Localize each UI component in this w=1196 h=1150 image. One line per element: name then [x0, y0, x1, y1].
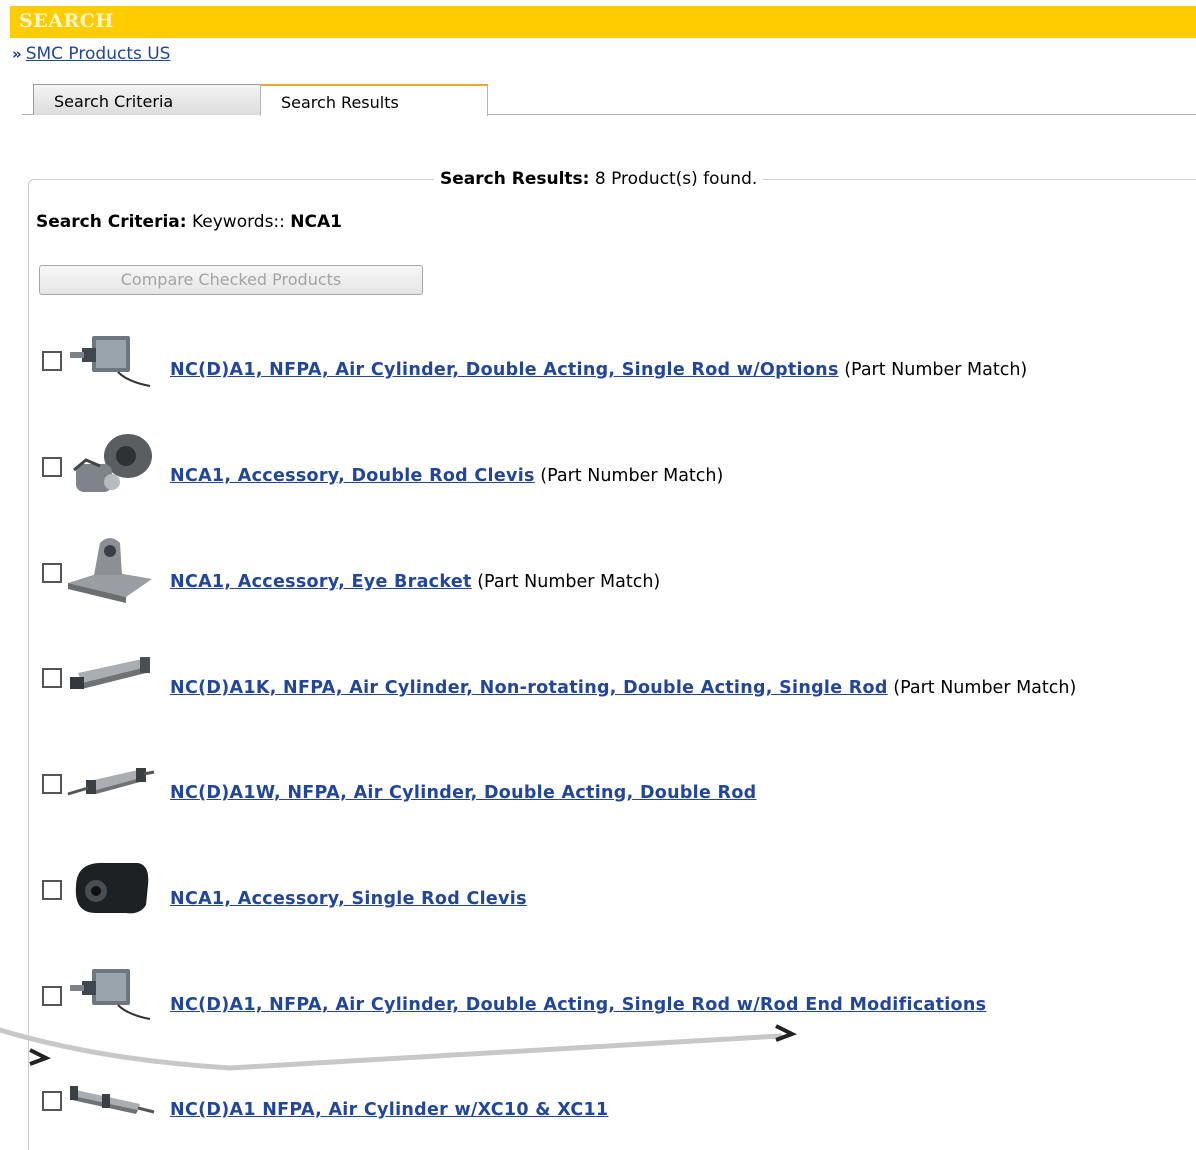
criteria-value: NCA1	[290, 212, 342, 232]
criteria-text: Keywords::	[186, 212, 291, 232]
breadcrumb-arrow-icon: »	[12, 45, 22, 63]
product-checkbox[interactable]	[42, 1091, 62, 1111]
product-checkbox[interactable]	[42, 774, 62, 794]
product-text: NC(D)A1W, NFPA, Air Cylinder, Double Act…	[170, 783, 756, 803]
product-row: NCA1, Accessory, Eye Bracket (Part Numbe…	[0, 535, 1196, 615]
product-checkbox[interactable]	[42, 880, 62, 900]
results-legend: Search Results: 8 Product(s) found.	[434, 169, 764, 189]
product-link[interactable]: NC(D)A1, NFPA, Air Cylinder, Double Acti…	[170, 360, 839, 380]
product-link[interactable]: NC(D)A1 NFPA, Air Cylinder w/XC10 & XC11	[170, 1100, 608, 1120]
product-text: NC(D)A1K, NFPA, Air Cylinder, Non-rotati…	[170, 678, 1076, 698]
double-rod-clevis-icon[interactable]	[66, 430, 156, 510]
tab-search-criteria[interactable]: Search Criteria	[33, 84, 261, 115]
product-match-note: (Part Number Match)	[471, 572, 661, 592]
product-link[interactable]: NC(D)A1K, NFPA, Air Cylinder, Non-rotati…	[170, 678, 888, 698]
product-link[interactable]: NC(D)A1W, NFPA, Air Cylinder, Double Act…	[170, 783, 756, 803]
product-checkbox[interactable]	[42, 457, 62, 477]
results-legend-label: Search Results:	[440, 169, 590, 189]
single-rod-clevis-icon[interactable]	[66, 855, 156, 935]
product-row: NC(D)A1 NFPA, Air Cylinder w/XC10 & XC11	[0, 1070, 1196, 1150]
product-text: NCA1, Accessory, Double Rod Clevis (Part…	[170, 466, 723, 486]
eye-bracket-icon[interactable]	[66, 535, 156, 615]
double-rod-cylinder-icon[interactable]	[66, 750, 156, 830]
air-cylinder-icon[interactable]	[66, 330, 156, 410]
cylinder-long-icon[interactable]	[66, 645, 156, 725]
compare-checked-products-button[interactable]: Compare Checked Products	[39, 265, 423, 295]
product-row: NC(D)A1, NFPA, Air Cylinder, Double Acti…	[0, 330, 1196, 410]
search-header-bar: SEARCH	[10, 6, 1196, 38]
breadcrumb-link-smc-products[interactable]: SMC Products US	[26, 44, 171, 64]
tandem-cylinder-icon[interactable]	[66, 1070, 156, 1150]
tab-search-results[interactable]: Search Results	[260, 84, 488, 116]
product-row: NC(D)A1W, NFPA, Air Cylinder, Double Act…	[0, 750, 1196, 830]
product-match-note: (Part Number Match)	[887, 678, 1077, 698]
search-criteria-summary: Search Criteria: Keywords:: NCA1	[36, 212, 342, 232]
product-match-note: (Part Number Match)	[534, 466, 724, 486]
product-link[interactable]: NCA1, Accessory, Single Rod Clevis	[170, 889, 527, 909]
chevron-right-icon	[775, 1024, 797, 1042]
chevron-right-icon	[29, 1048, 51, 1066]
product-text: NC(D)A1, NFPA, Air Cylinder, Double Acti…	[170, 360, 1027, 380]
product-checkbox[interactable]	[42, 351, 62, 371]
product-row: NC(D)A1K, NFPA, Air Cylinder, Non-rotati…	[0, 645, 1196, 725]
product-checkbox[interactable]	[42, 563, 62, 583]
breadcrumb: » SMC Products US	[12, 44, 170, 64]
search-header-title: SEARCH	[19, 10, 114, 32]
product-link[interactable]: NCA1, Accessory, Eye Bracket	[170, 572, 472, 592]
product-match-note: (Part Number Match)	[838, 360, 1028, 380]
annotation-arrow-graphic	[0, 1024, 797, 1071]
product-row: NCA1, Accessory, Double Rod Clevis (Part…	[0, 430, 1196, 510]
product-link[interactable]: NCA1, Accessory, Double Rod Clevis	[170, 466, 535, 486]
product-text: NCA1, Accessory, Eye Bracket (Part Numbe…	[170, 572, 660, 592]
criteria-label: Search Criteria:	[36, 212, 187, 232]
product-text: NC(D)A1 NFPA, Air Cylinder w/XC10 & XC11	[170, 1100, 608, 1120]
results-count: 8 Product(s) found.	[589, 169, 758, 189]
product-row: NCA1, Accessory, Single Rod Clevis	[0, 855, 1196, 935]
product-checkbox[interactable]	[42, 668, 62, 688]
product-text: NCA1, Accessory, Single Rod Clevis	[170, 889, 527, 909]
